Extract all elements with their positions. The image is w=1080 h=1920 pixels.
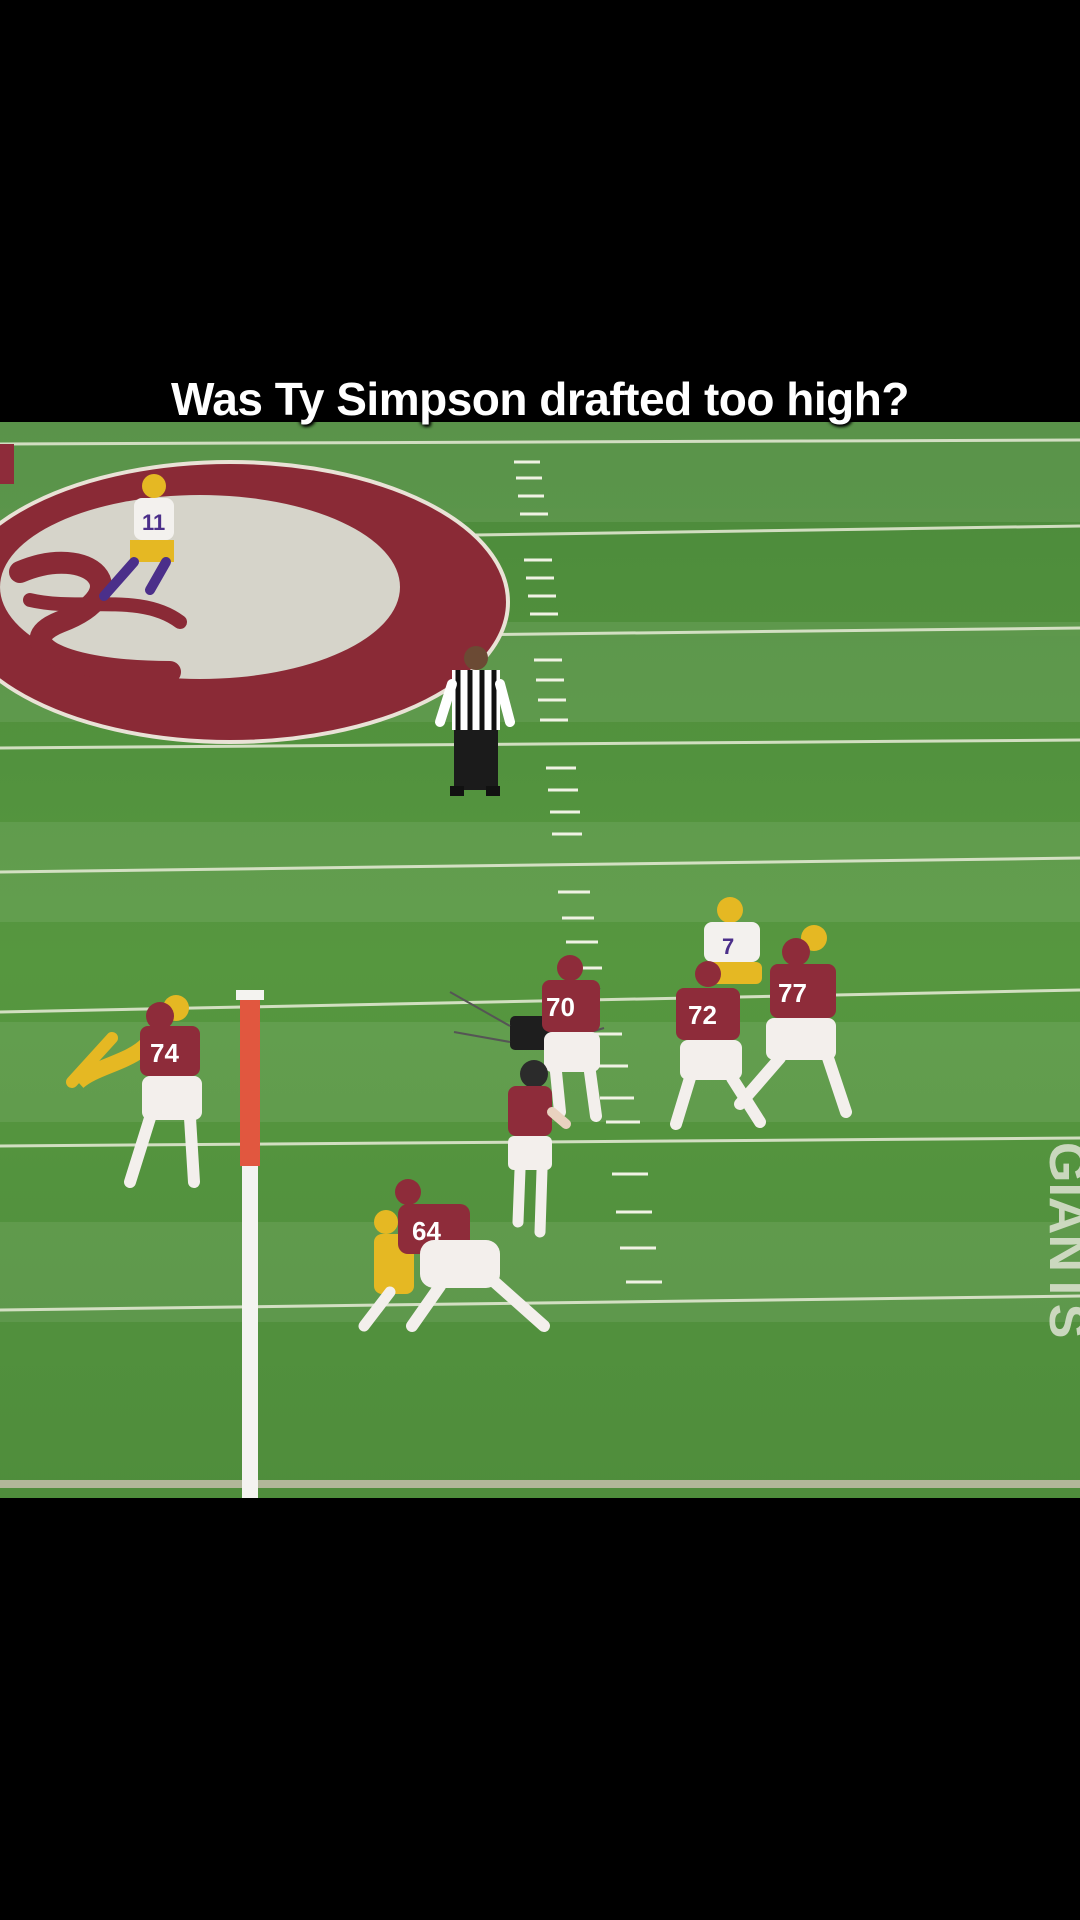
jersey-number-74: 74	[150, 1038, 179, 1068]
video-frame[interactable]: GIANTS 11 74 70 7 72 77 64	[0, 422, 1080, 1498]
jersey-number-72: 72	[688, 1000, 717, 1030]
end-zone-text: GIANTS	[1038, 1142, 1080, 1338]
video-screen[interactable]: Was Ty Simpson drafted too high? GIANTS …	[0, 0, 1080, 1920]
player-edge-left	[0, 444, 14, 484]
football-field-scene: GIANTS 11 74 70 7 72 77 64	[0, 422, 1080, 1498]
midfield-logo	[0, 460, 510, 744]
jersey-number-77: 77	[778, 978, 807, 1008]
sideline	[0, 1480, 1080, 1488]
jersey-number-11: 11	[142, 510, 165, 535]
end-zone-lettering: GIANTS	[1038, 1142, 1080, 1338]
jersey-number-7: 7	[722, 934, 734, 959]
video-caption: Was Ty Simpson drafted too high?	[171, 373, 909, 425]
jersey-number-70: 70	[546, 992, 575, 1022]
